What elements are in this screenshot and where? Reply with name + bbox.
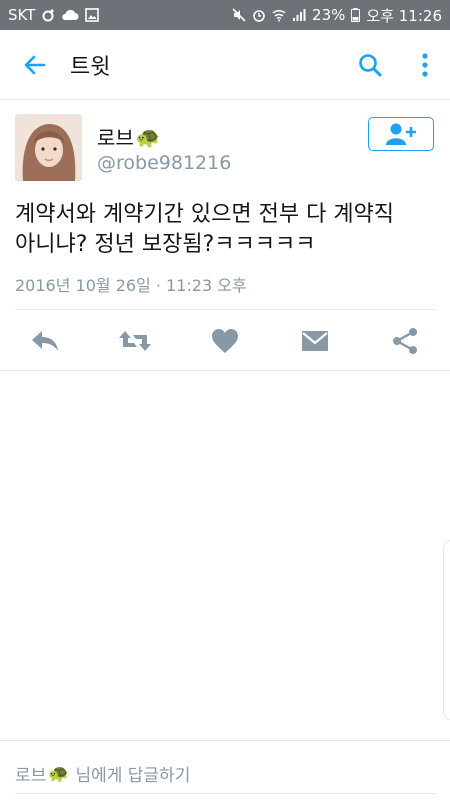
share-icon [393, 328, 417, 354]
retweet-button[interactable] [118, 324, 152, 358]
back-button[interactable] [0, 30, 70, 100]
cloud-icon [62, 9, 79, 20]
divider [0, 370, 450, 371]
alarm-icon [253, 10, 265, 22]
image-icon [85, 8, 100, 22]
tweet-text-line-1: 계약서와 계약기간 있으면 전부 다 계약직 [15, 202, 395, 227]
tweet-actions [0, 310, 450, 370]
status-left: SKT [8, 6, 100, 24]
share-button[interactable] [388, 324, 422, 358]
avatar-photo [15, 114, 82, 181]
status-right: 23% 오후 11:26 [232, 5, 442, 26]
turtle-emoji: 🐢 [135, 124, 161, 149]
record-icon [42, 9, 54, 22]
add-user-icon [386, 123, 416, 145]
reply-placeholder: 님에게 답글하기 [75, 766, 191, 786]
reply-icon [32, 331, 58, 351]
status-bar: SKT 23% 오후 11:26 [0, 0, 450, 30]
reply-bar[interactable]: 로브 🐢 님에게 답글하기 [0, 740, 450, 801]
display-name-text: 로브 [97, 126, 134, 150]
display-name[interactable]: 로브 🐢 [97, 122, 161, 151]
more-menu-button[interactable] [400, 30, 450, 100]
app-bar: 트윗 [0, 30, 450, 100]
reply-name: 로브 [15, 766, 47, 786]
more-vertical-icon [422, 52, 428, 77]
mute-icon [232, 8, 246, 22]
reply-input[interactable]: 로브 🐢 님에게 답글하기 [15, 761, 191, 787]
turtle-emoji: 🐢 [48, 763, 70, 784]
like-button[interactable] [208, 324, 242, 358]
arrow-left-icon [24, 55, 46, 74]
retweet-icon [119, 331, 151, 351]
battery-icon [351, 8, 361, 22]
message-button[interactable] [298, 324, 332, 358]
tweet-timestamp: 2016년 10월 26일 · 11:23 오후 [15, 276, 247, 295]
avatar[interactable] [15, 114, 82, 181]
page-title: 트윗 [70, 54, 111, 80]
carrier-label: SKT [8, 6, 36, 24]
signal-icon [293, 9, 306, 21]
status-time: 오후 11:26 [366, 6, 442, 25]
like-icon [212, 329, 238, 353]
scroll-handle[interactable] [443, 540, 450, 720]
reply-underline [15, 793, 435, 794]
message-icon [302, 331, 328, 351]
follow-button[interactable] [368, 117, 434, 151]
reply-button[interactable] [28, 324, 62, 358]
battery-percent: 23% [312, 6, 346, 24]
tweet-text-line-2: 아니냐? 정년 보장됨?ㅋㅋㅋㅋㅋ [15, 232, 316, 257]
tweet-text: 계약서와 계약기간 있으면 전부 다 계약직 아니냐? 정년 보장됨?ㅋㅋㅋㅋㅋ [15, 200, 440, 260]
search-icon [359, 53, 382, 76]
search-button[interactable] [340, 30, 400, 100]
wifi-icon [272, 9, 286, 22]
user-handle[interactable]: @robe981216 [97, 152, 231, 174]
